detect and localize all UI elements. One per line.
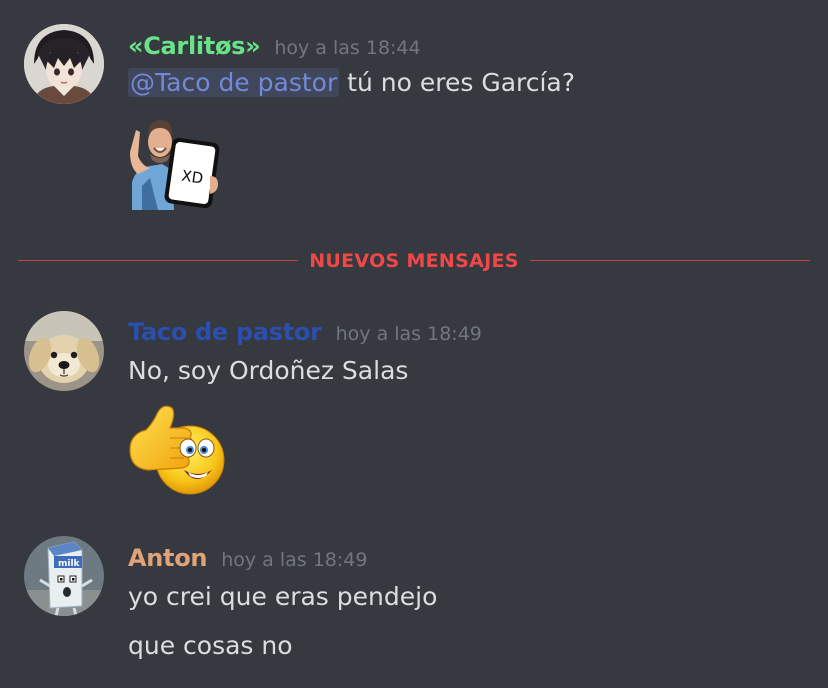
message-header: Anton hoy a las 18:49 xyxy=(128,544,367,572)
puppy-avatar-icon xyxy=(24,311,104,391)
author-name[interactable]: «Carlitøs» xyxy=(128,32,261,60)
user-mention[interactable]: @Taco de pastor xyxy=(128,68,340,97)
message-text: yo crei que eras pendejo xyxy=(128,582,438,611)
chat-messages: «Carlitøs» hoy a las 18:44 @Taco de pasto… xyxy=(0,0,828,688)
anime-avatar-icon xyxy=(24,24,104,104)
message-taco-de-pastor: Taco de pastor hoy a las 18:49 No, soy Or… xyxy=(0,300,828,510)
message-content: @Taco de pastor tú no eres García? xyxy=(128,68,575,97)
milk-carton-avatar-icon: milk xyxy=(24,536,104,616)
timestamp: hoy a las 18:44 xyxy=(274,37,421,59)
message-text: tú no eres García? xyxy=(339,68,576,97)
message-header: «Carlitøs» hoy a las 18:44 xyxy=(128,32,421,60)
timestamp: hoy a las 18:49 xyxy=(221,549,368,571)
author-name[interactable]: Anton xyxy=(128,544,208,572)
message-text: No, soy Ordoñez Salas xyxy=(128,356,409,385)
meme-image-attachment[interactable]: XD xyxy=(128,112,220,210)
message-header: Taco de pastor hoy a las 18:49 xyxy=(128,318,482,346)
milk-label: milk xyxy=(58,559,81,569)
new-messages-label: NUEVOS MENSAJES xyxy=(298,248,530,274)
message-text: que cosas no xyxy=(128,631,293,660)
author-name[interactable]: Taco de pastor xyxy=(128,318,322,346)
xd-label: XD xyxy=(180,167,204,188)
message-anton: milk Anton hoy a las 18:49 yo crei que er… xyxy=(0,530,828,688)
avatar-carlitos[interactable] xyxy=(24,24,104,104)
timestamp: hoy a las 18:49 xyxy=(335,323,482,345)
avatar-anton[interactable]: milk xyxy=(24,536,104,616)
thumbs-up-emoji-icon[interactable] xyxy=(126,398,226,498)
avatar-taco-de-pastor[interactable] xyxy=(24,311,104,391)
message-carlitos: «Carlitøs» hoy a las 18:44 @Taco de pasto… xyxy=(0,0,828,230)
